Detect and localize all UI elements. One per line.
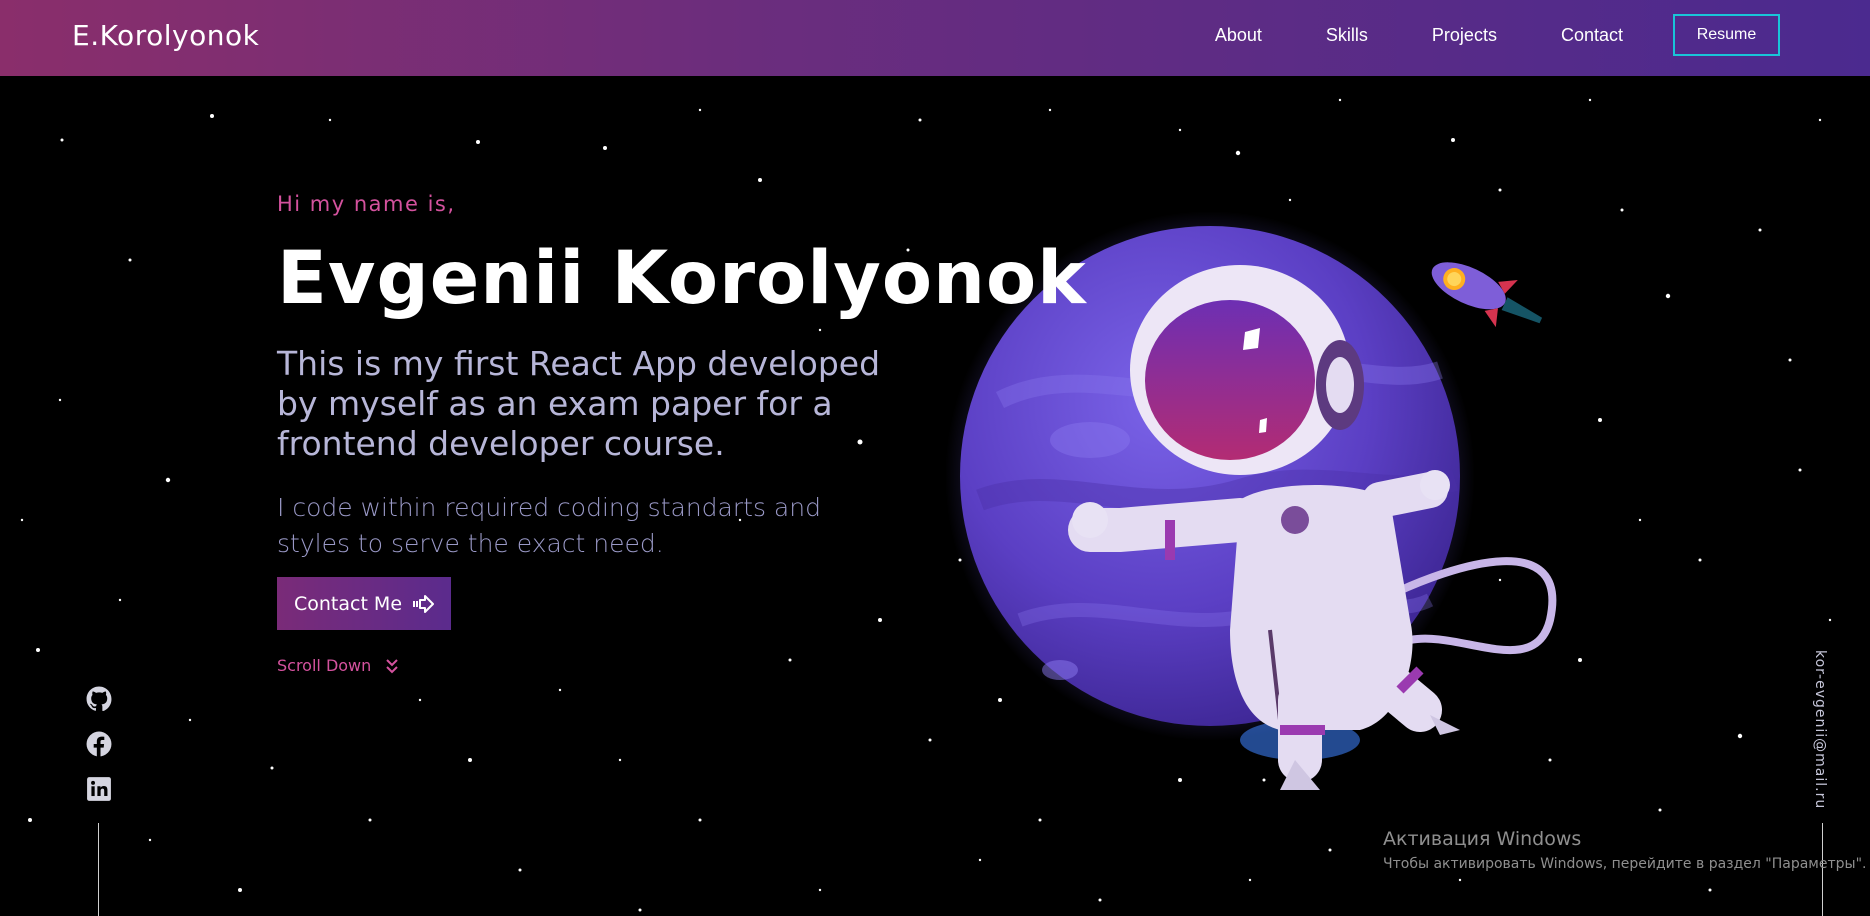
email-link[interactable]: kor-evgenii@mail.ru [1812, 650, 1828, 809]
main-nav: About Skills Projects Contact Resume [1151, 14, 1780, 56]
contact-me-label: Contact Me [293, 592, 403, 615]
arrow-right-icon [413, 594, 435, 613]
hero-name: Evgenii Korolyonok [277, 236, 1087, 321]
nav-link-contact[interactable]: Contact [1561, 25, 1623, 46]
facebook-icon[interactable] [86, 731, 112, 757]
github-icon[interactable] [86, 686, 112, 712]
social-links [86, 686, 112, 821]
double-chevron-down-icon [386, 658, 398, 673]
hero-subtext: I code within required coding standarts … [277, 493, 821, 558]
top-navbar: E.Korolyonok About Skills Projects Conta… [0, 0, 1870, 76]
left-vertical-line [98, 823, 99, 916]
resume-button[interactable]: Resume [1673, 14, 1780, 56]
contact-me-button[interactable]: Contact Me [277, 577, 451, 630]
nav-link-projects[interactable]: Projects [1432, 25, 1497, 46]
hero-tagline: This is my first React App developed by … [277, 344, 881, 463]
brand-logo[interactable]: E.Korolyonok [72, 19, 259, 52]
scroll-down-label: Scroll Down [277, 656, 372, 675]
scroll-down-link[interactable]: Scroll Down [277, 656, 399, 675]
nav-link-about[interactable]: About [1215, 25, 1262, 46]
watermark-subtitle: Чтобы активировать Windows, перейдите в … [1383, 856, 1867, 872]
windows-activation-watermark: Активация Windows Чтобы активировать Win… [1383, 828, 1866, 872]
linkedin-icon[interactable] [86, 776, 112, 802]
nav-link-skills[interactable]: Skills [1326, 25, 1368, 46]
watermark-title: Активация Windows [1383, 828, 1582, 850]
hero-greeting: Hi my name is, [277, 192, 456, 216]
